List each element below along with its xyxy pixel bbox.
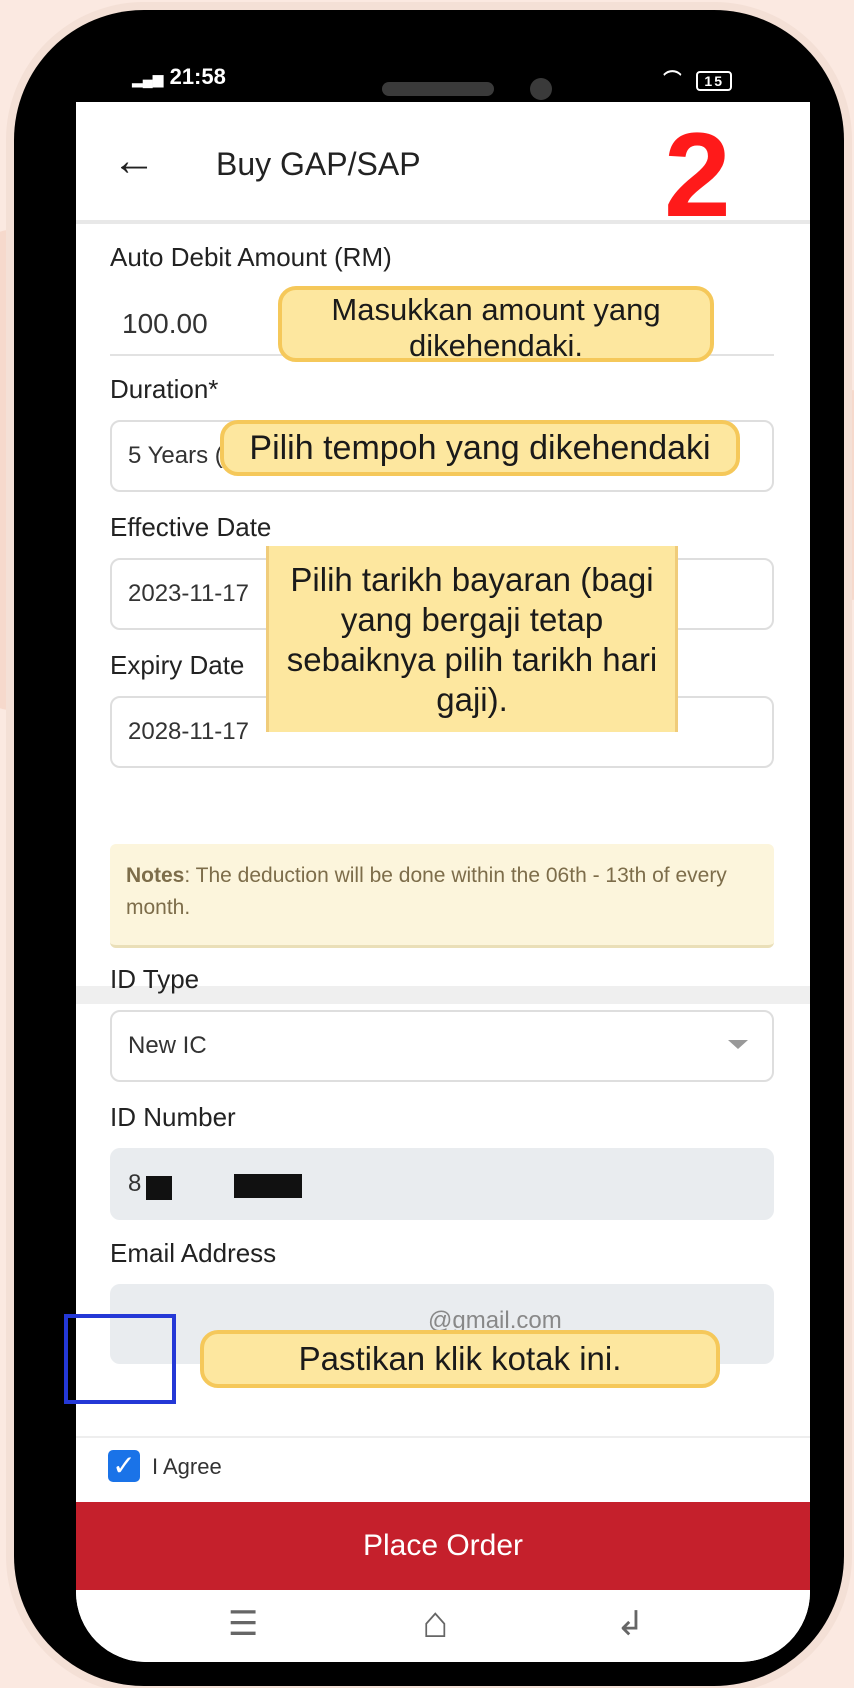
- menu-icon[interactable]: ☰: [228, 1604, 258, 1644]
- id-number-value: 8: [128, 1170, 142, 1197]
- redaction-block: [146, 1176, 172, 1200]
- callout-amount: Masukkan amount yang dikehendaki.: [278, 286, 714, 363]
- checkbox-highlight: [64, 1314, 176, 1404]
- page-title: Buy GAP/SAP: [216, 146, 421, 182]
- speaker: [382, 82, 494, 96]
- id-type-value: New IC: [128, 1032, 207, 1059]
- deduction-notes: Notes: The deduction will be done within…: [110, 844, 774, 948]
- back-icon[interactable]: ↲: [616, 1604, 645, 1644]
- signal-icon: ▂▄▆: [132, 71, 164, 87]
- expiry-date-label: Expiry Date: [110, 650, 245, 680]
- step-number: 2: [664, 108, 731, 242]
- agreement-bar: ✓ I Agree: [76, 1436, 810, 1504]
- auto-debit-label: Auto Debit Amount (RM): [110, 242, 392, 272]
- id-number-input[interactable]: 8: [110, 1148, 774, 1220]
- agree-checkbox[interactable]: ✓: [108, 1450, 140, 1482]
- back-arrow-icon[interactable]: ←: [112, 136, 156, 186]
- camera: [530, 78, 552, 100]
- callout-duration: Pilih tempoh yang dikehendaki: [220, 420, 740, 476]
- redaction-block: [234, 1174, 302, 1198]
- status-icons: ⌒ 15: [663, 66, 732, 92]
- phone-frame: ▂▄▆ 21:58 ⌒ 15 ← Buy GAP/SAP 2 Auto Debi…: [14, 10, 844, 1686]
- battery-level: 15: [704, 73, 724, 89]
- system-nav-bar: ☰ ⌂ ↲: [76, 1590, 810, 1662]
- duration-label: Duration*: [110, 374, 219, 404]
- agree-label: I Agree: [152, 1454, 222, 1479]
- duration-value: 5 Years (: [128, 442, 223, 469]
- id-number-label: ID Number: [110, 1102, 236, 1132]
- auto-debit-input[interactable]: 100.00: [122, 308, 208, 340]
- time-text: 21:58: [169, 64, 226, 89]
- id-type-select[interactable]: New IC: [110, 1010, 774, 1082]
- wifi-icon: ⌒: [663, 70, 684, 90]
- expiry-date-value: 2028-11-17: [128, 718, 249, 745]
- app-header: ← Buy GAP/SAP 2: [76, 102, 810, 242]
- callout-date: Pilih tarikh bayaran (bagi yang bergaji …: [266, 546, 678, 732]
- place-order-button[interactable]: Place Order: [76, 1502, 810, 1590]
- battery-icon: 15: [696, 71, 732, 91]
- email-label: Email Address: [110, 1238, 277, 1268]
- id-type-label: ID Type: [110, 964, 200, 994]
- notes-prefix: Notes: [126, 864, 185, 887]
- notes-text: : The deduction will be done within the …: [126, 864, 727, 919]
- status-time: ▂▄▆ 21:58: [132, 64, 226, 90]
- chevron-down-icon: [728, 1040, 748, 1049]
- home-icon[interactable]: ⌂: [422, 1598, 449, 1648]
- effective-date-label: Effective Date: [110, 512, 272, 542]
- callout-checkbox: Pastikan klik kotak ini.: [200, 1330, 720, 1388]
- effective-date-value: 2023-11-17: [128, 580, 249, 607]
